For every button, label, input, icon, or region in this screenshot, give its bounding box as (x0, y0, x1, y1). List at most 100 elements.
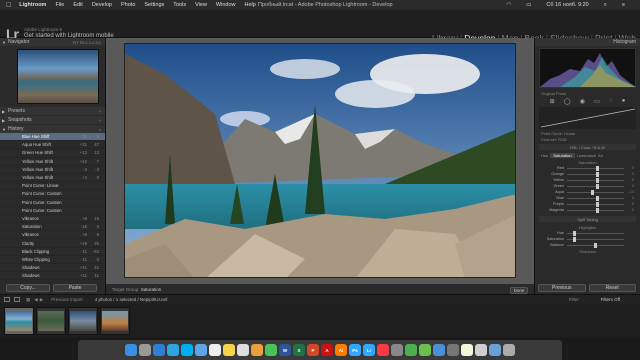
menu-list-icon[interactable]: ≡ (622, 2, 625, 9)
tab-bw[interactable]: B & W (594, 145, 605, 150)
settings-icon[interactable] (391, 344, 403, 356)
calendar-icon[interactable] (209, 344, 221, 356)
apple-menu-icon[interactable]:  (6, 2, 11, 9)
notes2-icon[interactable] (461, 344, 473, 356)
back-arrow-icon[interactable]: ◀ (34, 297, 37, 303)
grid-icon[interactable]: ▦ (26, 297, 30, 303)
history-item[interactable]: Yellow Hue Shift +10 7 (0, 158, 105, 166)
done-button[interactable]: Done (510, 287, 528, 294)
presets-header[interactable]: ▶ Presets + (0, 107, 105, 115)
thumbnail[interactable] (68, 307, 98, 335)
slider-track[interactable] (567, 207, 624, 213)
slider-track[interactable] (567, 177, 624, 183)
slider-knob[interactable] (572, 230, 576, 236)
slider-track[interactable] (567, 171, 624, 177)
history-item[interactable]: Shadows +41 41 (0, 264, 105, 273)
point-curve-select[interactable]: Point Curve: Linear (541, 131, 575, 136)
menu-file[interactable]: File (55, 2, 64, 8)
thumbnail[interactable] (100, 307, 130, 335)
previous-button[interactable]: Previous (538, 284, 586, 292)
history-item[interactable]: Black Clipping -11 -52 (0, 248, 105, 256)
channel-select[interactable]: Channel: RGB (541, 137, 567, 142)
history-item[interactable]: Yellow Hue Shift -3 -3 (0, 166, 105, 174)
mail-icon[interactable] (195, 344, 207, 356)
chrome-icon[interactable] (405, 344, 417, 356)
history-item[interactable]: Aqua Hue Shift +31 47 (0, 141, 105, 150)
menu-edit[interactable]: Edit (73, 2, 82, 8)
slider-track[interactable] (567, 242, 624, 248)
second-window-icon[interactable] (14, 297, 20, 302)
menu-app[interactable]: Lightroom (19, 2, 46, 8)
slider-track[interactable] (567, 201, 624, 207)
main-photo[interactable] (124, 43, 516, 278)
slider-knob[interactable] (595, 207, 599, 213)
history-header[interactable]: ▼ History × (0, 125, 105, 133)
history-item[interactable]: White Clipping -11 0 (0, 256, 105, 264)
skype-icon[interactable] (181, 344, 193, 356)
slider-track[interactable] (567, 165, 624, 171)
navigator-zoom[interactable]: FIT FILL 1:1 3:1 (73, 40, 101, 45)
powerpoint-icon[interactable]: P (307, 344, 319, 356)
subtab-hue[interactable]: Hue (541, 153, 548, 158)
battery-icon[interactable]: ▭ (526, 2, 531, 9)
slider-track[interactable] (567, 236, 624, 242)
tab-color[interactable]: Color (581, 145, 591, 150)
history-item[interactable]: Point Curve: Linear (0, 182, 105, 191)
slider-knob[interactable] (594, 242, 598, 248)
clear-history-icon[interactable]: × (99, 127, 101, 132)
music-icon[interactable] (377, 344, 389, 356)
finder-icon[interactable] (125, 344, 137, 356)
target-group-value[interactable]: Saturation (141, 287, 162, 292)
add-preset-icon[interactable]: + (99, 109, 101, 114)
trash-icon[interactable] (503, 344, 515, 356)
menubar-clock[interactable]: Сб 16 нояб. 9:20 (546, 2, 588, 9)
menu-view[interactable]: View (195, 2, 207, 8)
facetime-icon[interactable] (265, 344, 277, 356)
history-item[interactable]: Green Hue Shift +13 13 (0, 149, 105, 158)
spot-removal-icon[interactable]: ◯ (564, 98, 571, 105)
menu-tools[interactable]: Tools (173, 2, 186, 8)
split-toning-header[interactable]: Split Toning (539, 216, 636, 222)
crop-tool-icon[interactable]: ⊞ (550, 98, 555, 105)
history-item[interactable]: Shadows +11 11 (0, 272, 105, 281)
add-snapshot-icon[interactable]: + (99, 118, 101, 123)
navigator-preview[interactable] (17, 49, 99, 104)
history-item[interactable]: Clarity +19 26 (0, 239, 105, 248)
slider-knob[interactable] (595, 171, 599, 177)
photoshop-icon[interactable]: Ps (349, 344, 361, 356)
main-window-icon[interactable] (4, 297, 10, 302)
tone-curve[interactable] (539, 107, 636, 129)
search-icon[interactable]: ⌕ (604, 2, 607, 9)
lightroom-icon[interactable]: Lr (363, 344, 375, 356)
acrobat-icon[interactable]: A (321, 344, 333, 356)
copy-button[interactable]: Copy... (6, 284, 50, 292)
history-item[interactable]: Point Curve: Custom (0, 190, 105, 199)
maps-icon[interactable] (419, 344, 431, 356)
history-item[interactable]: Point Curve: Custom (0, 207, 105, 215)
reminders-icon[interactable] (237, 344, 249, 356)
telegram-icon[interactable] (167, 344, 179, 356)
downloads-icon[interactable] (489, 344, 501, 356)
word-icon[interactable]: W (279, 344, 291, 356)
slider-knob[interactable] (595, 177, 599, 183)
slider-knob[interactable] (595, 183, 599, 189)
slider-track[interactable] (567, 183, 624, 189)
subtab-all[interactable]: All (598, 153, 602, 158)
original-photo-checkbox[interactable]: Original Photo (541, 91, 566, 96)
thumbnail[interactable] (36, 307, 66, 335)
photos-icon[interactable] (251, 344, 263, 356)
launchpad-icon[interactable] (139, 344, 151, 356)
slider-knob[interactable] (590, 189, 594, 195)
preview-icon[interactable] (475, 344, 487, 356)
brush-tool-icon[interactable]: ● (622, 98, 626, 104)
subtab-saturation[interactable]: Saturation (550, 153, 575, 158)
saturation-slider-magenta[interactable]: Magenta 0 (535, 207, 640, 213)
excel-icon[interactable]: X (293, 344, 305, 356)
slider-track[interactable] (567, 230, 624, 236)
history-item[interactable]: Blue Hue Shift -33 0 (0, 133, 105, 142)
history-item[interactable]: Point Curve: Custom (0, 199, 105, 207)
slider-track[interactable] (567, 189, 624, 195)
history-item[interactable]: Vibrance +8 8 (0, 231, 105, 240)
reset-button[interactable]: Reset (588, 284, 636, 292)
menu-settings[interactable]: Settings (144, 2, 164, 8)
